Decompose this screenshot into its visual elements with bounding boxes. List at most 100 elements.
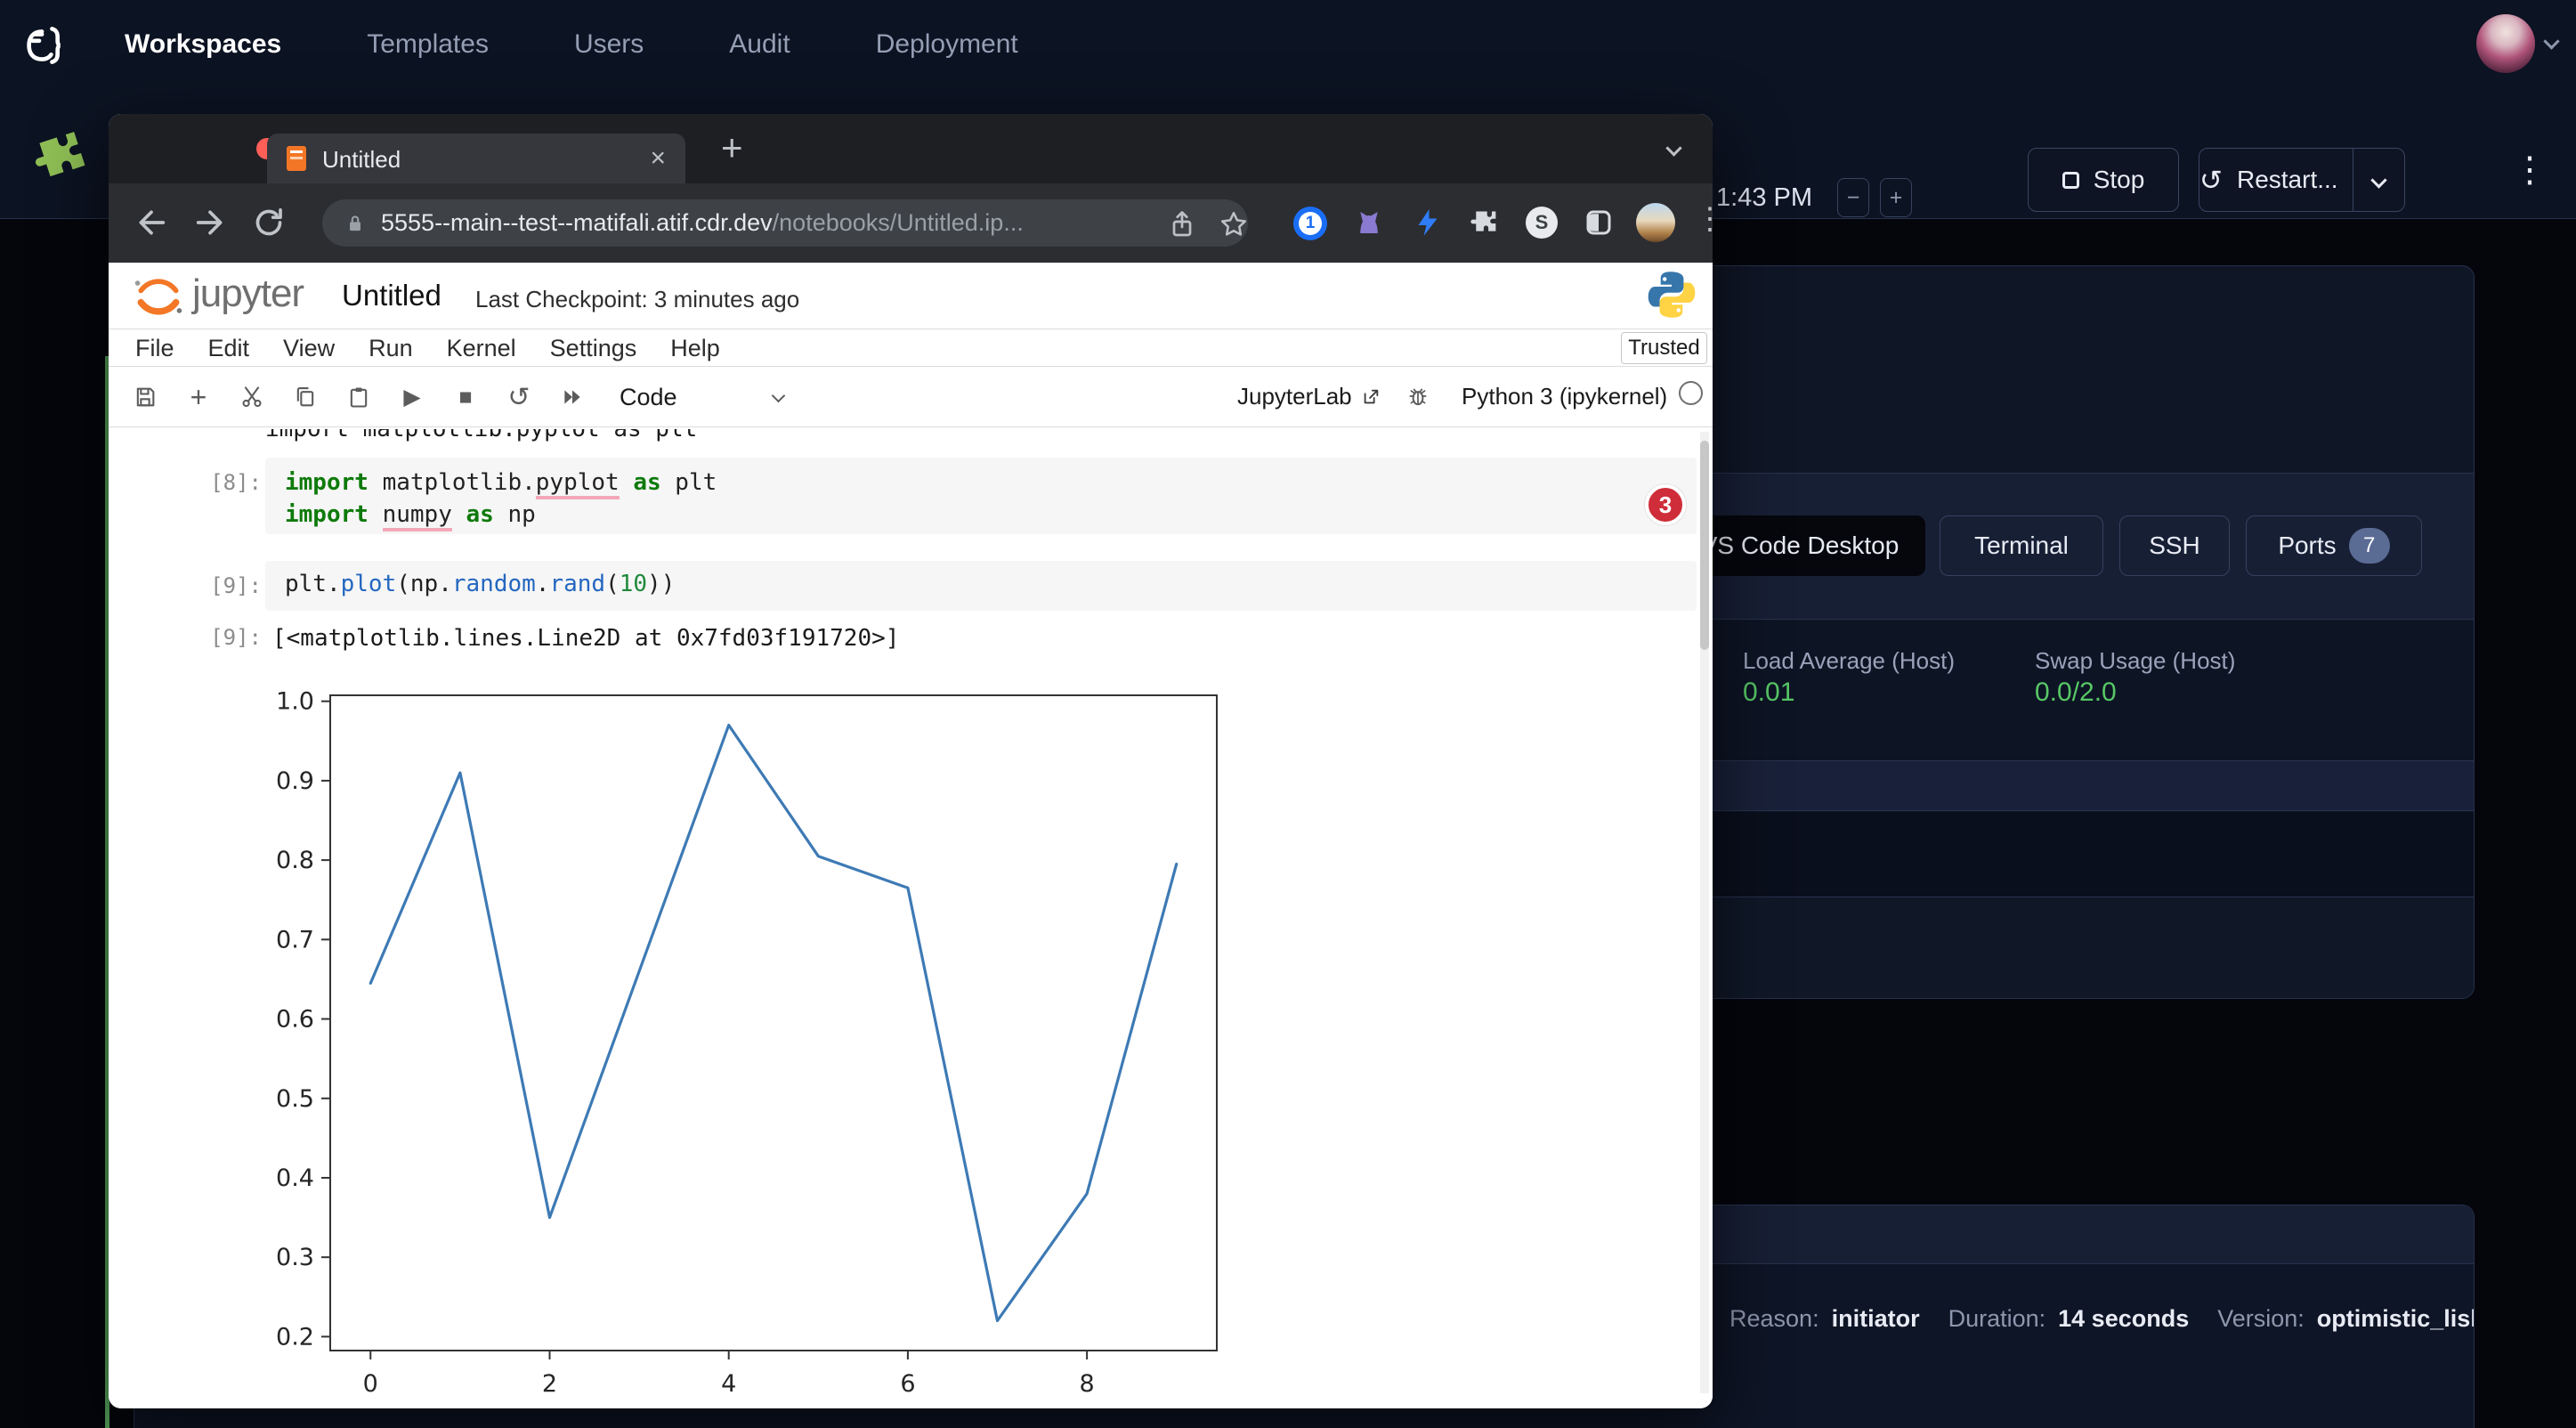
kernel-name[interactable]: Python 3 (ipykernel) — [1462, 383, 1667, 410]
cat-extension-icon[interactable] — [1353, 207, 1385, 239]
menu-help[interactable]: Help — [670, 335, 720, 362]
svg-text:0.4: 0.4 — [276, 1164, 314, 1192]
run-cell-button[interactable]: ▶ — [397, 382, 427, 412]
share-icon[interactable] — [1166, 208, 1198, 240]
svg-text:4: 4 — [721, 1370, 736, 1398]
back-button[interactable] — [134, 205, 169, 240]
jupyter-brand: jupyter — [192, 272, 304, 316]
notebook-title[interactable]: Untitled — [342, 279, 441, 312]
nav-item-deployment[interactable]: Deployment — [876, 29, 1018, 60]
terminal-button[interactable]: Terminal — [1940, 515, 2103, 576]
svg-text:0.2: 0.2 — [276, 1323, 314, 1351]
restart-kernel-button[interactable]: ↺ — [504, 382, 534, 412]
chevron-down-icon[interactable] — [2543, 33, 2559, 49]
nav-item-audit[interactable]: Audit — [729, 29, 790, 60]
code-cell-8[interactable]: import matplotlib.pyplot as plt import n… — [265, 458, 1697, 534]
forward-button[interactable] — [192, 205, 228, 240]
browser-profile-avatar[interactable] — [1636, 203, 1675, 242]
tab-search-chevron-icon[interactable] — [1668, 142, 1680, 158]
ssh-label: SSH — [2149, 531, 2200, 560]
load-average-value: 0.01 — [1743, 677, 1794, 708]
jupyter-logo-icon — [132, 270, 185, 323]
browser-menu-kebab[interactable]: ⋮ — [1695, 201, 1713, 237]
tab-close-icon[interactable]: × — [650, 143, 666, 174]
stop-button[interactable]: Stop — [2028, 148, 2179, 212]
load-average-label: Load Average (Host) — [1743, 647, 1955, 675]
jupyterlab-label: JupyterLab — [1237, 383, 1352, 410]
clipped-code-line[interactable]: import matplotlib.pyplot as plt — [265, 429, 1333, 446]
nav-item-workspaces[interactable]: Workspaces — [125, 29, 281, 60]
restart-button[interactable]: ↺ Restart... — [2199, 148, 2405, 212]
reload-button[interactable] — [251, 205, 287, 240]
workspace-menu-kebab[interactable]: ⋮ — [2512, 150, 2548, 191]
restart-dropdown-button[interactable] — [2353, 149, 2404, 211]
jupyter-favicon-icon — [287, 146, 306, 171]
ghostery-extension-icon[interactable]: S — [1526, 207, 1558, 239]
python-logo-icon — [1647, 270, 1697, 320]
schedule-minus-button[interactable]: − — [1837, 178, 1869, 217]
debugger-bug-icon[interactable] — [1406, 385, 1430, 408]
restart-icon: ↺ — [2199, 166, 2223, 194]
jupyter-header: jupyter Untitled Last Checkpoint: 3 minu… — [109, 263, 1713, 329]
lock-icon — [344, 212, 367, 235]
onepassword-extension-icon[interactable]: 1 — [1293, 207, 1327, 240]
paste-cell-button[interactable] — [344, 382, 374, 412]
extensions-puzzle-icon[interactable] — [1469, 207, 1501, 239]
svg-text:8: 8 — [1080, 1370, 1095, 1398]
interrupt-kernel-button[interactable]: ■ — [450, 382, 481, 412]
cell9-prompt: [9]: — [162, 573, 262, 598]
new-tab-button[interactable]: + — [721, 126, 743, 169]
ports-button[interactable]: Ports 7 — [2246, 515, 2422, 576]
open-jupyterlab-link[interactable]: JupyterLab — [1237, 383, 1381, 410]
menu-view[interactable]: View — [283, 335, 335, 362]
jupyter-page: jupyter Untitled Last Checkpoint: 3 minu… — [109, 263, 1713, 1408]
collaborator-count-badge: 3 — [1645, 484, 1686, 525]
menu-file[interactable]: File — [135, 335, 174, 362]
schedule-time: 1:43 PM — [1716, 183, 1812, 213]
nav-item-templates[interactable]: Templates — [367, 29, 489, 60]
code-cell-9[interactable]: plt.plot(np.random.rand(10)) — [265, 561, 1697, 611]
coder-logo-icon[interactable] — [14, 20, 66, 71]
stop-label: Stop — [2094, 166, 2145, 194]
ssh-button[interactable]: SSH — [2119, 515, 2230, 576]
kw-as: as — [633, 469, 660, 496]
num-10: 10 — [620, 571, 647, 597]
nav-item-users[interactable]: Users — [574, 29, 644, 60]
version-label: Version: — [2217, 1305, 2305, 1333]
kw-import: import — [285, 501, 369, 528]
cell-type-dropdown[interactable]: Code — [620, 384, 677, 411]
menu-kernel[interactable]: Kernel — [447, 335, 516, 362]
fn-plot: plot — [341, 571, 397, 597]
restart-label: Restart... — [2237, 166, 2338, 194]
bookmark-star-icon[interactable] — [1218, 208, 1250, 240]
add-cell-button[interactable]: + — [183, 382, 214, 412]
svg-text:6: 6 — [900, 1370, 915, 1398]
svg-text:2: 2 — [542, 1370, 557, 1398]
jupyter-toolbar: + ▶ ■ ↺ Code — [109, 367, 1713, 427]
browser-tab-untitled[interactable]: Untitled × — [267, 134, 685, 183]
cut-cell-button[interactable] — [237, 382, 267, 412]
cell-type-chevron-icon[interactable] — [774, 389, 783, 405]
restart-run-all-button[interactable] — [557, 382, 587, 412]
schedule-plus-button[interactable]: + — [1880, 178, 1912, 217]
trusted-button[interactable]: Trusted — [1621, 332, 1707, 364]
scrollbar-thumb[interactable] — [1700, 441, 1709, 650]
copy-cell-button[interactable] — [290, 382, 320, 412]
kw-import: import — [285, 469, 369, 496]
menu-edit[interactable]: Edit — [208, 335, 250, 362]
svg-text:0: 0 — [363, 1370, 378, 1398]
lightning-extension-icon[interactable] — [1412, 207, 1444, 239]
darkreader-extension-icon[interactable] — [1583, 207, 1615, 239]
svg-text:0.7: 0.7 — [276, 926, 314, 953]
user-avatar[interactable] — [2476, 14, 2535, 73]
terminal-label: Terminal — [1974, 531, 2069, 560]
url-host: 5555--main--test--matifali.atif.cdr.dev — [381, 209, 773, 236]
menu-run[interactable]: Run — [369, 335, 413, 362]
output-prompt: [9]: — [162, 625, 262, 650]
menu-settings[interactable]: Settings — [550, 335, 637, 362]
svg-text:0.6: 0.6 — [276, 1006, 314, 1034]
tab-title: Untitled — [322, 146, 401, 174]
browser-toolbar: 5555--main--test--matifali.atif.cdr.dev/… — [109, 183, 1713, 263]
save-button[interactable] — [130, 382, 160, 412]
address-bar[interactable]: 5555--main--test--matifali.atif.cdr.dev/… — [322, 199, 1248, 247]
